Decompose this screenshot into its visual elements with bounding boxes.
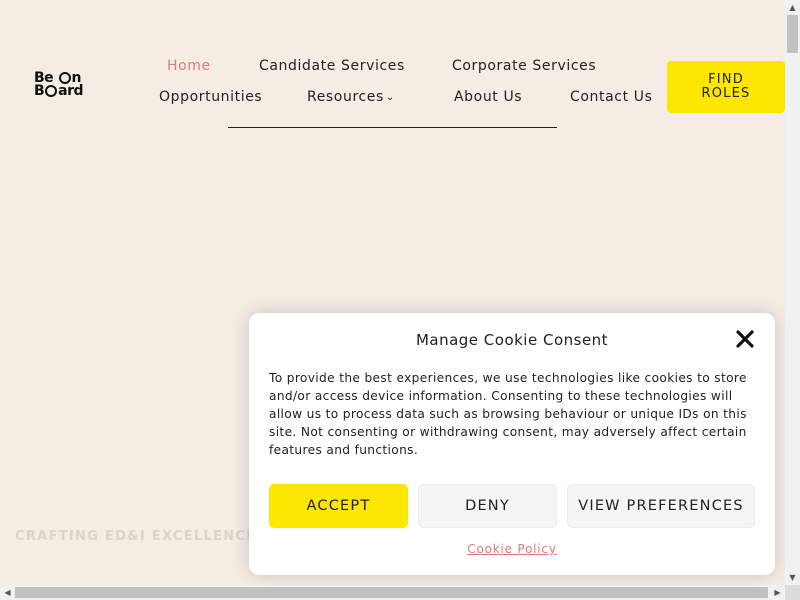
close-icon[interactable] [735,329,755,349]
nav-home[interactable]: Home [167,58,211,74]
nav-corporate-services[interactable]: Corporate Services [452,58,596,74]
cookie-dialog-body: To provide the best experiences, we use … [269,371,747,457]
hero-tagline: CRAFTING ED&I EXCELLENCE, [15,529,263,544]
nav-about-us[interactable]: About Us [454,89,522,105]
view-preferences-button[interactable]: VIEW PREFERENCES [567,484,755,528]
scroll-right-arrow-icon[interactable]: ▶ [770,585,785,600]
horizontal-scrollbar[interactable]: ◀ ▶ [0,585,785,600]
chevron-down-icon: ⌄ [385,92,395,103]
scroll-up-arrow-icon[interactable]: ▲ [785,0,800,15]
scrollbar-corner [785,585,800,600]
find-roles-button[interactable]: FIND ROLES [667,61,785,113]
nav-contact-us[interactable]: Contact Us [570,89,652,105]
nav-resources[interactable]: Resources ⌄ [307,89,395,105]
accept-button[interactable]: ACCEPT [269,484,408,528]
nav-resources-label: Resources [307,89,384,105]
logo-o-ring-icon-2 [45,85,58,97]
logo-line-2: Bard [34,83,86,99]
nav-opportunities[interactable]: Opportunities [159,89,262,105]
vertical-scrollbar[interactable]: ▲ ▼ [785,0,800,585]
logo-text-b: B [34,83,45,99]
cookie-policy-link[interactable]: Cookie Policy [249,542,775,556]
nav-candidate-services[interactable]: Candidate Services [259,58,405,74]
vertical-scroll-thumb[interactable] [787,15,798,53]
scroll-left-arrow-icon[interactable]: ◀ [0,585,15,600]
scroll-down-arrow-icon[interactable]: ▼ [785,570,800,585]
cookie-consent-dialog: Manage Cookie Consent To provide the bes… [249,313,775,575]
page: Be n Bard Home Candidate Services Corpor… [0,0,785,585]
find-roles-label: FIND ROLES [701,72,751,101]
deny-button[interactable]: DENY [418,484,557,528]
logo-text-ard: ard [58,83,84,99]
nav-divider [228,127,557,128]
cookie-dialog-title: Manage Cookie Consent [415,331,609,349]
horizontal-scroll-thumb[interactable] [15,587,768,598]
logo[interactable]: Be n Bard [34,71,86,102]
